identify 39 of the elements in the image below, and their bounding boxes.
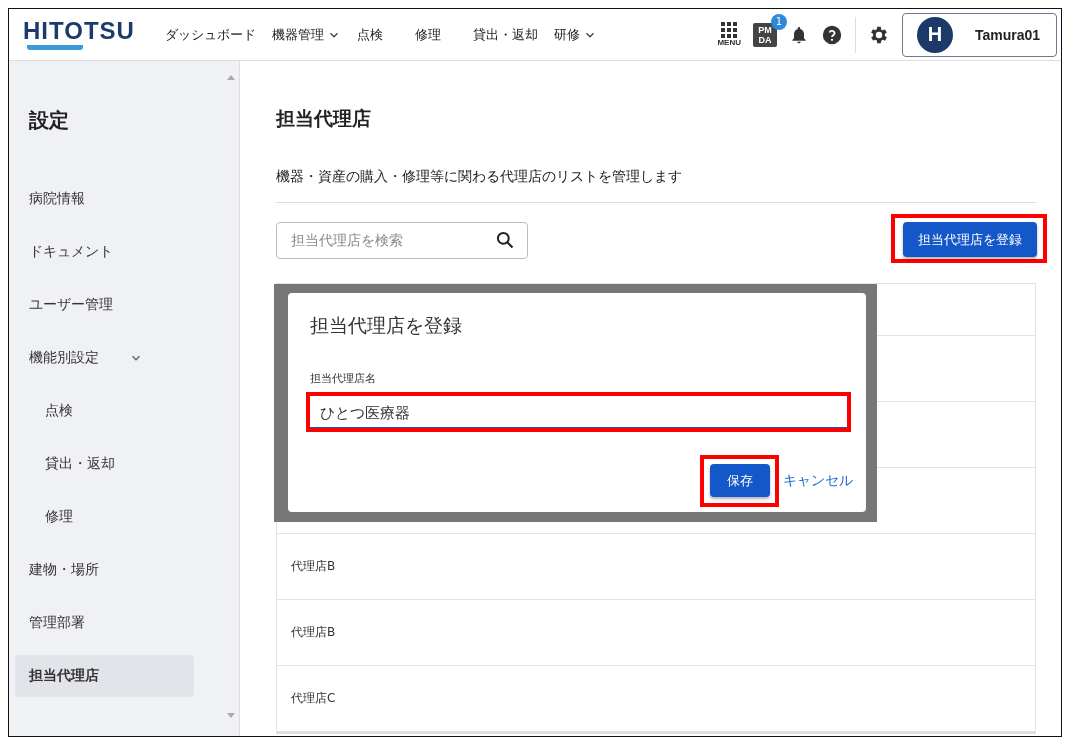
grid-icon	[721, 22, 738, 38]
field-label: 担当代理店名	[310, 371, 377, 386]
avatar: H	[917, 16, 953, 53]
sidebar-item[interactable]: 修理	[15, 496, 194, 538]
sidebar-item[interactable]: 点検	[15, 390, 194, 432]
page-title: 担当代理店	[276, 106, 372, 131]
pmda-button[interactable]: PM DA	[753, 22, 777, 47]
nav-link[interactable]: 研修	[545, 25, 605, 44]
search-icon[interactable]	[495, 230, 515, 250]
search-field[interactable]: 担当代理店を検索	[276, 221, 528, 259]
help-icon[interactable]	[821, 23, 843, 46]
sidebar-item[interactable]: 担当代理店	[15, 655, 194, 697]
sidebar-item[interactable]: 建物・場所	[15, 549, 194, 591]
nav-link[interactable]: 点検	[348, 25, 391, 44]
sidebar-item[interactable]: 貸出・返却	[15, 443, 194, 485]
user-menu-button[interactable]: H Tamura01	[902, 12, 1057, 57]
nav-link[interactable]: ダッシュボード	[156, 25, 264, 44]
menu-button[interactable]: MENU	[717, 22, 741, 47]
table-cell: 代理店B	[291, 558, 336, 575]
sidebar-item[interactable]: 機能別設定	[15, 337, 194, 379]
page-description: 機器・資産の購入・修理等に関わる代理店のリストを管理します	[276, 168, 1036, 203]
cancel-link[interactable]: キャンセル	[783, 472, 853, 490]
sidebar-item[interactable]: ドキュメント	[15, 231, 194, 273]
nav-link[interactable]: 貸出・返却	[464, 25, 546, 44]
save-button[interactable]: 保存	[710, 464, 770, 497]
name-input[interactable]: ひとつ医療器	[318, 402, 839, 424]
logo[interactable]: HITOTSU	[23, 19, 135, 50]
sidebar-item[interactable]: ユーザー管理	[15, 284, 194, 326]
dialog-title: 担当代理店を登録	[310, 313, 463, 338]
bell-icon[interactable]	[789, 24, 809, 45]
table-cell: 代理店B	[291, 624, 336, 641]
table-cell: 代理店C	[291, 690, 336, 707]
sidebar-item[interactable]: 病院情報	[15, 178, 194, 220]
sidebar-item[interactable]: 管理部署	[15, 602, 194, 644]
notification-badge: 1	[771, 13, 787, 30]
nav-link[interactable]: 修理	[406, 25, 449, 44]
sidebar-title: 設定	[28, 107, 70, 134]
nav-link[interactable]: 機器管理	[263, 25, 349, 44]
register-button[interactable]: 担当代理店を登録	[903, 222, 1037, 257]
